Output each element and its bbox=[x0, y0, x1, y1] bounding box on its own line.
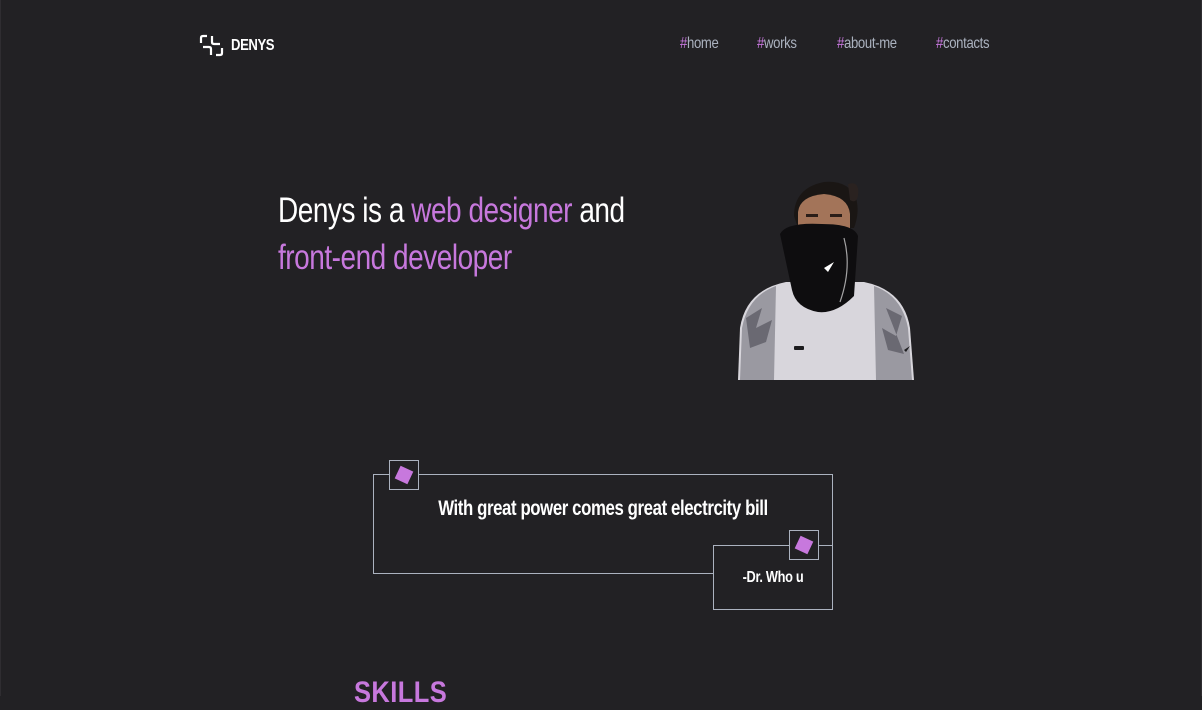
nav-label: about-me bbox=[843, 35, 897, 52]
quote-text: With great power comes great electrcity … bbox=[373, 497, 833, 521]
main-nav: #home #works #about-me #contacts bbox=[0, 35, 1202, 57]
hero-title-text: Denys is a bbox=[278, 191, 412, 230]
nav-label: home bbox=[686, 35, 719, 52]
nav-hash: # bbox=[837, 35, 844, 52]
hero-title: Denys is a web designer and front-end de… bbox=[278, 187, 625, 281]
quote-diamond-icon bbox=[789, 530, 819, 560]
portrait-photo bbox=[738, 181, 914, 380]
nav-link-contacts[interactable]: #contacts bbox=[936, 35, 990, 53]
nav-link-works[interactable]: #works bbox=[757, 35, 797, 53]
nav-label: works bbox=[763, 35, 797, 52]
nav-link-about-me[interactable]: #about-me bbox=[837, 35, 897, 53]
nav-hash: # bbox=[936, 35, 943, 52]
skills-heading: SKILLS bbox=[354, 676, 448, 709]
nav-link-home[interactable]: #home bbox=[680, 35, 719, 53]
nav-label: contacts bbox=[942, 35, 990, 52]
hero-title-accent-front-end: front-end developer bbox=[278, 238, 512, 277]
nav-hash: # bbox=[757, 35, 764, 52]
hero-title-text-and: and bbox=[572, 191, 625, 230]
nav-hash: # bbox=[680, 35, 687, 52]
hero-title-accent-web-designer: web designer bbox=[411, 191, 573, 230]
quote-author-content: -Dr. Who u bbox=[742, 569, 804, 586]
quote-diamond-icon bbox=[389, 460, 419, 490]
quote-text-content: With great power comes great electrcity … bbox=[438, 497, 768, 520]
page-frame bbox=[0, 0, 1202, 696]
quote-author: -Dr. Who u bbox=[713, 569, 833, 587]
